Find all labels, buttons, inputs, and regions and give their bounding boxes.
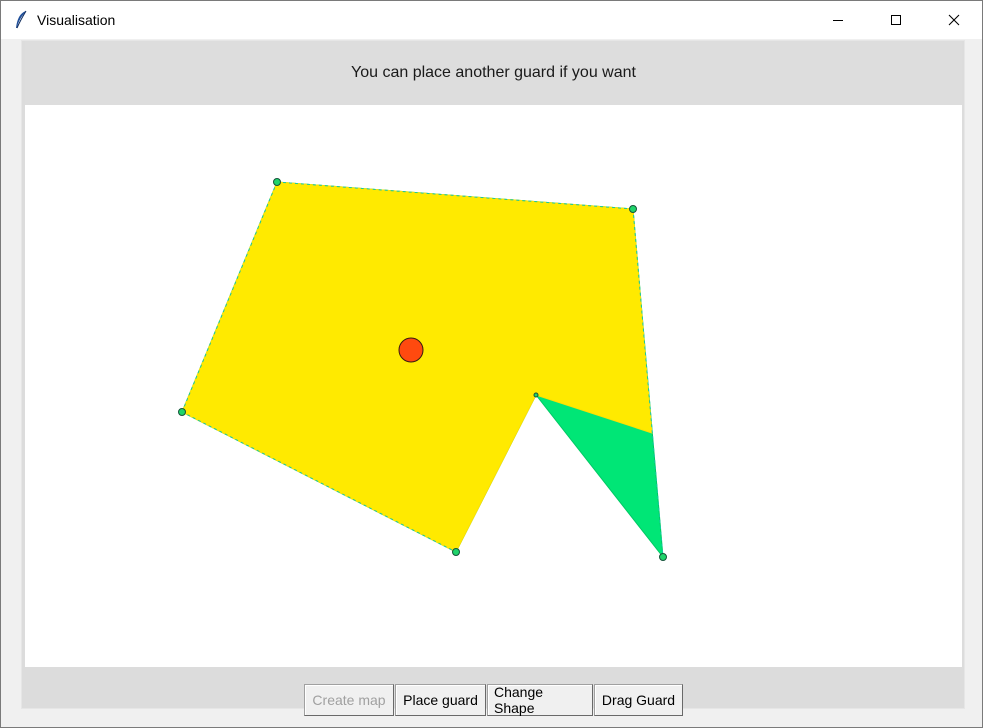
guard-marker[interactable] bbox=[398, 337, 424, 363]
client-area: You can place another guard if you want bbox=[1, 39, 982, 727]
app-window: Visualisation You can place another guar… bbox=[0, 0, 983, 728]
vertex-point[interactable] bbox=[533, 392, 539, 398]
maximize-icon bbox=[890, 14, 902, 26]
change-shape-button[interactable]: Change Shape bbox=[487, 684, 593, 716]
vertex-point[interactable] bbox=[452, 548, 460, 556]
vertex-point[interactable] bbox=[178, 408, 186, 416]
minimize-button[interactable] bbox=[809, 1, 867, 39]
close-icon bbox=[948, 14, 960, 26]
minimize-icon bbox=[832, 14, 844, 26]
toolbar: Create map Place guard Change Shape Drag… bbox=[304, 684, 683, 716]
canvas-drawing bbox=[178, 178, 667, 561]
drawing-canvas[interactable] bbox=[25, 105, 962, 667]
visible-area-polygon bbox=[181, 181, 653, 553]
close-button[interactable] bbox=[925, 1, 983, 39]
place-guard-button[interactable]: Place guard bbox=[395, 684, 486, 716]
feather-icon bbox=[14, 10, 28, 30]
vertex-point[interactable] bbox=[273, 178, 281, 186]
vertex-point[interactable] bbox=[659, 553, 667, 561]
drag-guard-button[interactable]: Drag Guard bbox=[594, 684, 683, 716]
create-map-button[interactable]: Create map bbox=[304, 684, 394, 716]
title-bar[interactable]: Visualisation bbox=[1, 1, 982, 39]
maximize-button[interactable] bbox=[867, 1, 925, 39]
window-title: Visualisation bbox=[37, 12, 116, 28]
vertex-point[interactable] bbox=[629, 205, 637, 213]
status-message: You can place another guard if you want bbox=[25, 41, 962, 105]
